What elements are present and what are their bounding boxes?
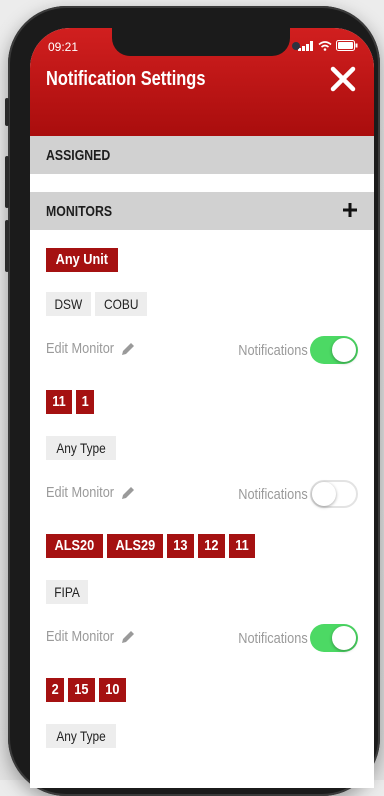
wifi-icon (318, 40, 332, 51)
monitor-card: ALS20 ALS29 13 12 11 FIPA Edit Monitor N… (30, 518, 374, 664)
type-chip: Any Type (46, 436, 117, 460)
unit-tag: 2 (46, 678, 65, 702)
pencil-icon (122, 630, 135, 643)
type-chip: Any Type (46, 724, 117, 748)
section-title-assigned: ASSIGNED (46, 146, 111, 164)
signal-icon (298, 40, 313, 51)
close-icon (330, 66, 356, 92)
notifications-label: Notifications (238, 341, 308, 359)
unit-tag: 11 (46, 390, 72, 414)
unit-tags: 2 15 10 (46, 678, 126, 702)
edit-monitor-button[interactable]: Edit Monitor (46, 484, 136, 501)
monitor-card: 11 1 Any Type Edit Monitor Notifications (30, 374, 374, 520)
phone-notch (112, 28, 290, 56)
unit-tags: 11 1 (46, 390, 95, 414)
camera-dot (292, 42, 300, 50)
notifications-toggle[interactable] (310, 624, 358, 652)
unit-tag: 11 (228, 534, 255, 558)
unit-tag: 13 (167, 534, 195, 558)
notifications-toggle[interactable] (310, 336, 358, 364)
page-title: Notification Settings (46, 68, 206, 90)
toggle-knob (332, 338, 356, 362)
unit-tag: Any Unit (46, 248, 118, 272)
add-monitor-button[interactable] (342, 200, 358, 222)
edit-monitor-button[interactable]: Edit Monitor (46, 628, 136, 645)
edit-monitor-label: Edit Monitor (46, 628, 115, 645)
type-chips: DSW COBU (46, 292, 148, 316)
unit-tag: 15 (68, 678, 96, 702)
battery-icon (336, 40, 358, 51)
type-chips: FIPA (46, 580, 89, 604)
section-monitors: MONITORS (30, 192, 374, 230)
phone-side-button (5, 156, 9, 208)
notifications-control: Notifications (226, 480, 358, 508)
status-icons (298, 40, 358, 51)
unit-tag: 10 (99, 678, 126, 702)
unit-tag: ALS29 (106, 534, 164, 558)
edit-monitor-label: Edit Monitor (46, 340, 115, 357)
monitor-card: Any Unit DSW COBU Edit Monitor Notificat… (30, 230, 374, 376)
pencil-icon (122, 486, 135, 499)
unit-tags: ALS20 ALS29 13 12 11 (46, 534, 255, 558)
section-title-monitors: MONITORS (46, 202, 113, 220)
unit-tag: 1 (75, 390, 95, 414)
unit-tag: ALS20 (46, 534, 103, 558)
section-gap (30, 174, 374, 192)
type-chips: Any Type (46, 436, 117, 460)
type-chip: DSW (46, 292, 91, 316)
notifications-label: Notifications (238, 629, 308, 647)
notifications-control: Notifications (226, 336, 358, 364)
section-assigned: ASSIGNED (30, 136, 374, 174)
type-chip: COBU (94, 292, 148, 316)
status-time: 09:21 (48, 40, 79, 54)
notifications-label: Notifications (238, 485, 308, 503)
unit-tags: Any Unit (46, 248, 118, 272)
notifications-control: Notifications (226, 624, 358, 652)
monitor-card: 2 15 10 Any Type (30, 662, 374, 788)
toggle-knob (332, 626, 356, 650)
pencil-icon (122, 342, 135, 355)
phone-side-button (5, 98, 9, 126)
edit-monitor-label: Edit Monitor (46, 484, 115, 501)
toggle-knob (312, 482, 336, 506)
edit-monitor-button[interactable]: Edit Monitor (46, 340, 136, 357)
close-button[interactable] (326, 62, 360, 96)
unit-tag: 12 (198, 534, 225, 558)
type-chip: FIPA (46, 580, 89, 604)
phone-side-button (5, 220, 9, 272)
plus-icon (343, 203, 357, 217)
app-screen: 09:21 Notification Settings ASSIGNED MON… (30, 28, 374, 788)
type-chips: Any Type (46, 724, 117, 748)
notifications-toggle[interactable] (310, 480, 358, 508)
